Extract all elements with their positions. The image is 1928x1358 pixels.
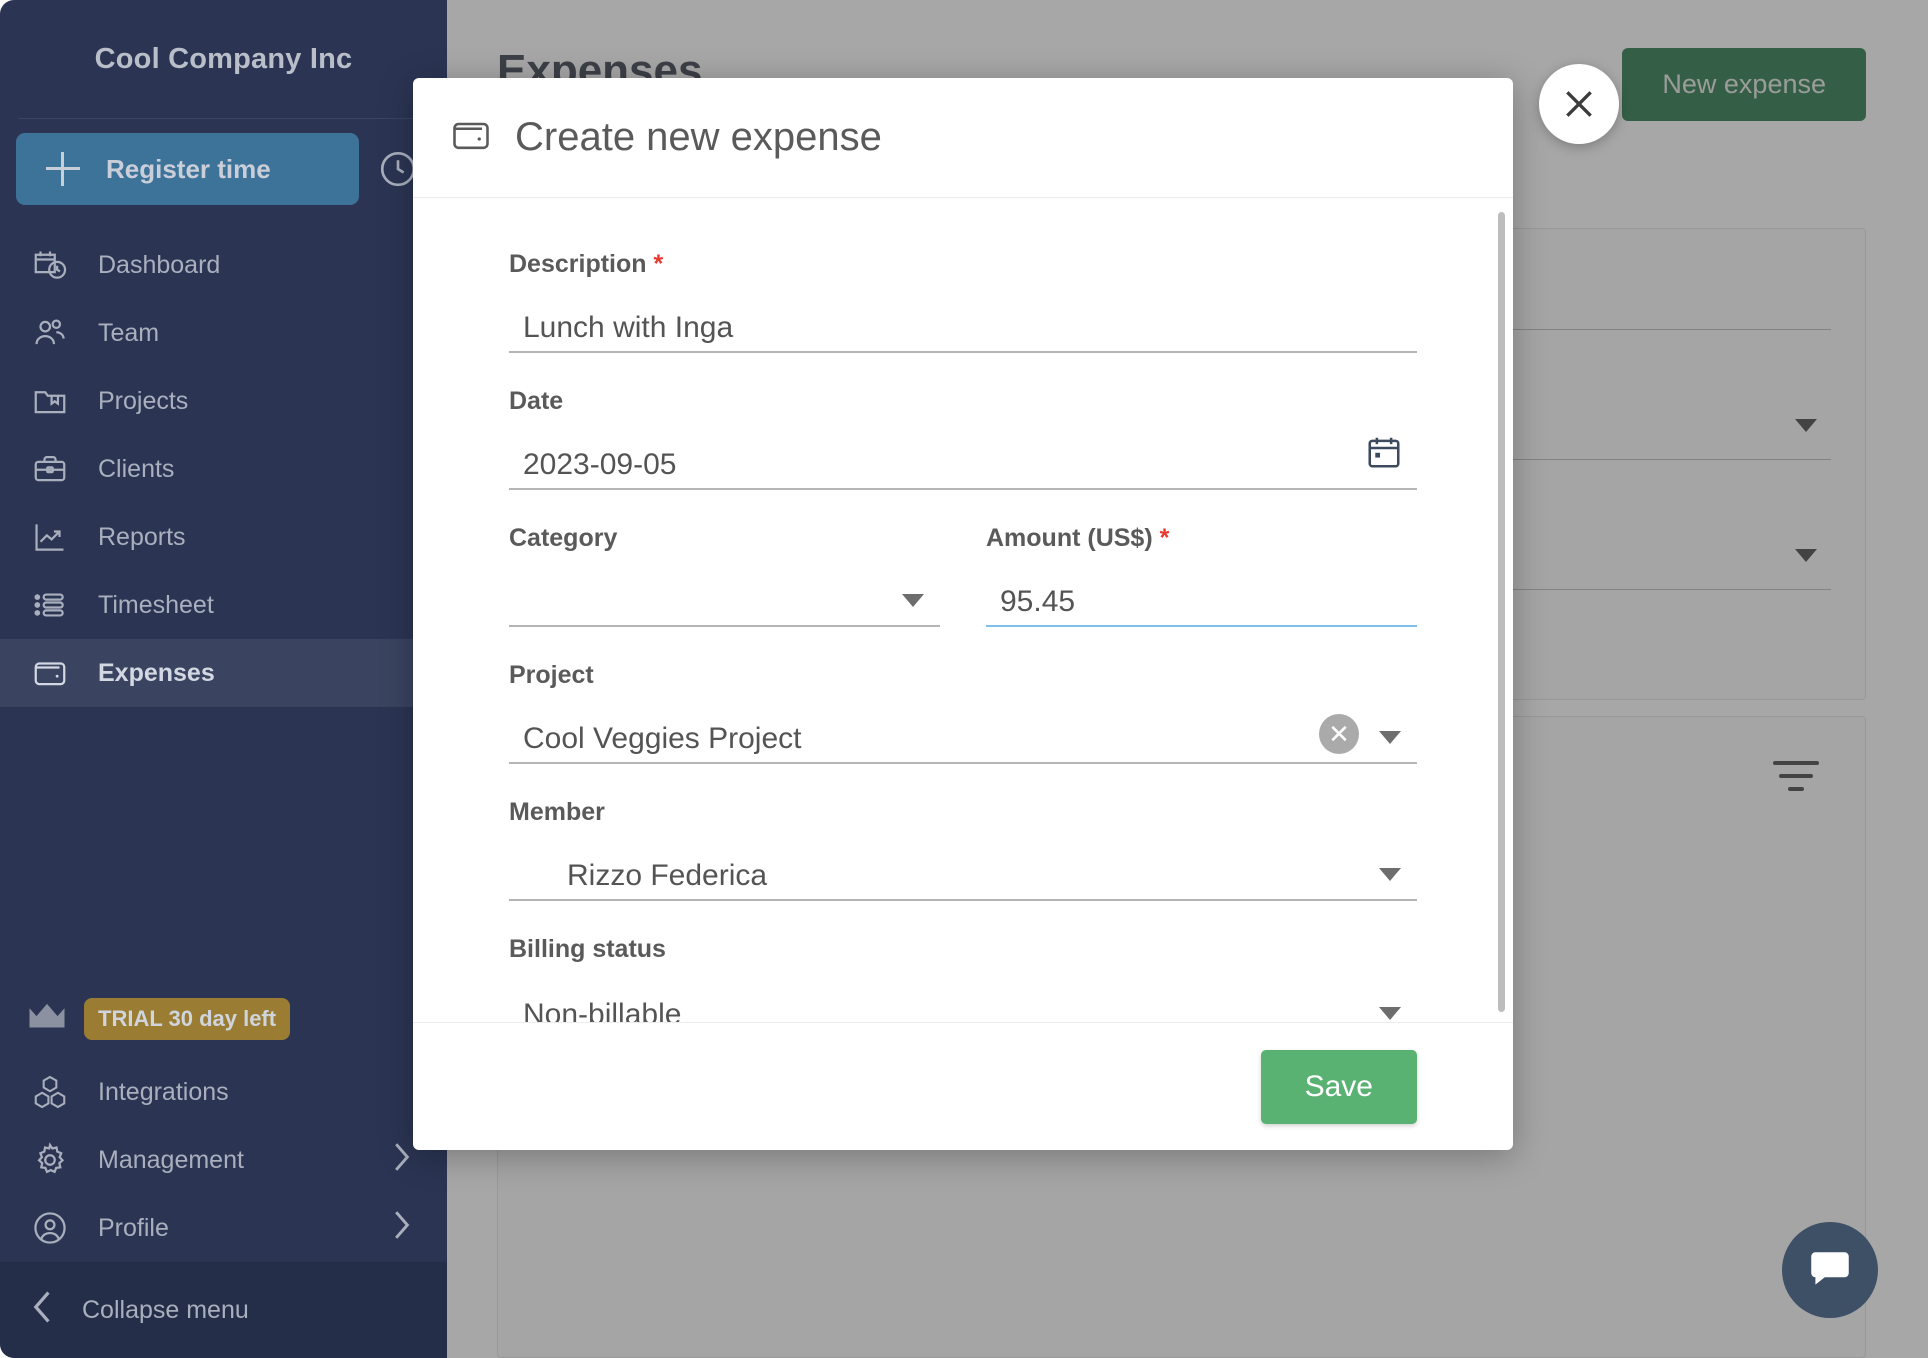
sidebar-item-label: Integrations bbox=[98, 1078, 229, 1107]
required-asterisk: * bbox=[653, 250, 663, 278]
register-time-button[interactable]: Register time bbox=[16, 133, 359, 205]
wallet-icon bbox=[449, 113, 493, 162]
amount-label: Amount (US$) * bbox=[986, 524, 1417, 553]
save-button[interactable]: Save bbox=[1261, 1050, 1417, 1124]
date-value: 2023-09-05 bbox=[509, 449, 676, 481]
label-text: Description bbox=[509, 250, 647, 278]
amount-value: 95.45 bbox=[986, 586, 1075, 618]
modal-title: Create new expense bbox=[515, 115, 882, 160]
folder-bookmark-icon bbox=[30, 382, 70, 420]
description-label: Description * bbox=[509, 250, 1417, 279]
billing-status-select[interactable]: Non-billable bbox=[509, 982, 1417, 1022]
date-input[interactable]: 2023-09-05 bbox=[509, 434, 1417, 490]
category-label: Category bbox=[509, 524, 940, 553]
sidebar-item-team[interactable]: Team bbox=[0, 299, 447, 367]
gear-icon bbox=[30, 1141, 70, 1179]
sidebar-item-dashboard[interactable]: Dashboard bbox=[0, 231, 447, 299]
chat-icon bbox=[1805, 1245, 1855, 1295]
close-modal-button[interactable] bbox=[1539, 64, 1619, 144]
sidebar-item-timesheet[interactable]: Timesheet bbox=[0, 571, 447, 639]
chevron-right-icon bbox=[389, 1141, 413, 1180]
crown-icon bbox=[26, 1000, 68, 1039]
field-date: Date 2023-09-05 bbox=[509, 387, 1417, 490]
close-icon bbox=[1559, 84, 1599, 124]
modal-scrollbar[interactable] bbox=[1498, 212, 1505, 1012]
wallet-icon bbox=[30, 654, 70, 692]
member-label: Member bbox=[509, 798, 1417, 827]
chevron-right-icon bbox=[389, 1209, 413, 1248]
project-value: Cool Veggies Project bbox=[509, 723, 802, 755]
briefcase-icon bbox=[30, 450, 70, 488]
field-category: Category bbox=[509, 524, 940, 627]
trial-badge: TRIAL 30 day left bbox=[84, 998, 290, 1040]
sidebar-item-label: Projects bbox=[98, 387, 188, 416]
project-label: Project bbox=[509, 661, 1417, 690]
sidebar-item-label: Expenses bbox=[98, 659, 215, 688]
list-icon bbox=[30, 586, 70, 624]
sidebar-nav: Dashboard Team bbox=[0, 231, 447, 707]
clear-project-icon[interactable]: ✕ bbox=[1319, 714, 1359, 754]
member-value: Rizzo Federica bbox=[509, 860, 767, 892]
sidebar-item-label: Profile bbox=[98, 1214, 169, 1243]
people-icon bbox=[30, 314, 70, 352]
chevron-down-icon[interactable] bbox=[1379, 1007, 1401, 1020]
create-expense-modal: Create new expense Description * Lunch w… bbox=[413, 78, 1513, 1150]
category-select[interactable] bbox=[509, 571, 940, 627]
sidebar-item-expenses[interactable]: Expenses bbox=[0, 639, 429, 707]
field-member: Member Rizzo Federica bbox=[509, 798, 1417, 901]
billing-status-value: Non-billable bbox=[509, 999, 681, 1023]
sidebar-item-profile[interactable]: Profile bbox=[0, 1194, 447, 1262]
modal-header: Create new expense bbox=[413, 78, 1513, 198]
sidebar-item-projects[interactable]: Projects bbox=[0, 367, 447, 435]
crown-glyph bbox=[26, 1000, 68, 1034]
app-root: Cool Company Inc Register time bbox=[0, 0, 1928, 1358]
chevron-down-icon[interactable] bbox=[1379, 731, 1401, 744]
sidebar-item-integrations[interactable]: Integrations bbox=[0, 1058, 447, 1126]
trial-row[interactable]: TRIAL 30 day left bbox=[0, 980, 447, 1058]
sidebar-item-clients[interactable]: Clients bbox=[0, 435, 447, 503]
sidebar-spacer bbox=[0, 707, 447, 980]
amount-input[interactable]: 95.45 bbox=[986, 571, 1417, 627]
chart-trend-icon bbox=[30, 518, 70, 556]
field-billing-status: Billing status Non-billable bbox=[509, 935, 1417, 1022]
required-asterisk: * bbox=[1160, 524, 1170, 552]
calendar-clock-icon bbox=[30, 246, 70, 284]
field-project: Project Cool Veggies Project ✕ bbox=[509, 661, 1417, 764]
member-select[interactable]: Rizzo Federica bbox=[509, 845, 1417, 901]
date-label: Date bbox=[509, 387, 1417, 416]
sidebar-item-label: Team bbox=[98, 319, 159, 348]
modal-footer: Save bbox=[413, 1022, 1513, 1150]
sidebar-item-label: Management bbox=[98, 1146, 244, 1175]
chevron-down-icon[interactable] bbox=[1379, 868, 1401, 881]
calendar-icon[interactable] bbox=[1365, 433, 1403, 476]
project-select[interactable]: Cool Veggies Project ✕ bbox=[509, 708, 1417, 764]
modal-body: Description * Lunch with Inga Date 2023-… bbox=[413, 198, 1513, 1022]
chevron-left-icon bbox=[30, 1289, 56, 1332]
description-value: Lunch with Inga bbox=[509, 312, 733, 344]
collapse-menu-button[interactable]: Collapse menu bbox=[0, 1262, 447, 1358]
company-name: Cool Company Inc bbox=[0, 0, 447, 118]
chevron-down-icon[interactable] bbox=[902, 594, 924, 607]
description-input[interactable]: Lunch with Inga bbox=[509, 297, 1417, 353]
plus-icon bbox=[46, 152, 80, 186]
sidebar: Cool Company Inc Register time bbox=[0, 0, 447, 1358]
category-amount-row: Category Amount (US$) * 95.45 bbox=[509, 524, 1417, 661]
field-amount: Amount (US$) * 95.45 bbox=[986, 524, 1417, 627]
sidebar-item-reports[interactable]: Reports bbox=[0, 503, 447, 571]
register-time-row: Register time bbox=[0, 119, 447, 219]
user-circle-icon bbox=[30, 1209, 70, 1247]
sidebar-item-label: Timesheet bbox=[98, 591, 214, 620]
chat-support-button[interactable] bbox=[1782, 1222, 1878, 1318]
sidebar-item-management[interactable]: Management bbox=[0, 1126, 447, 1194]
register-time-label: Register time bbox=[106, 154, 271, 185]
field-description: Description * Lunch with Inga bbox=[509, 250, 1417, 353]
sidebar-item-label: Reports bbox=[98, 523, 186, 552]
sidebar-item-label: Dashboard bbox=[98, 251, 220, 280]
collapse-menu-label: Collapse menu bbox=[82, 1296, 249, 1325]
billing-status-label: Billing status bbox=[509, 935, 1417, 964]
cubes-icon bbox=[30, 1073, 70, 1111]
label-text: Amount (US$) bbox=[986, 524, 1153, 552]
sidebar-item-label: Clients bbox=[98, 455, 174, 484]
